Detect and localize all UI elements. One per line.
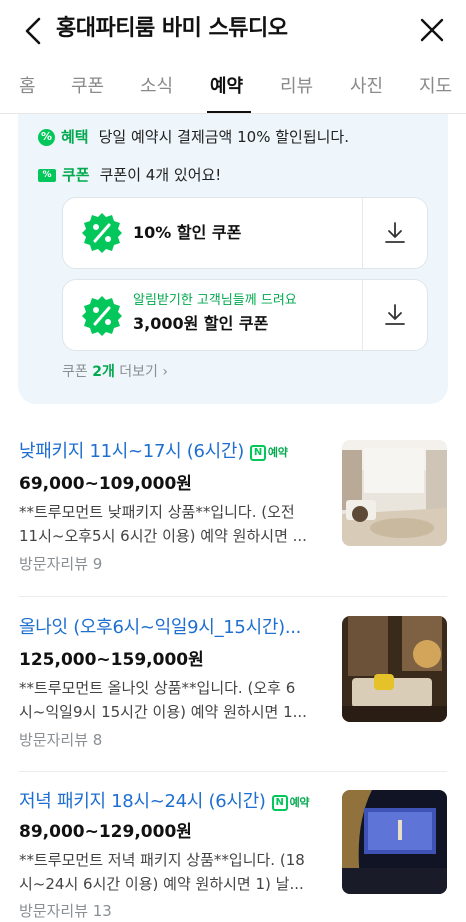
chevron-left-icon[interactable]	[18, 14, 48, 48]
item-desc-line2: 시~익일9시 15시간 이용) 예약 원하시면 1...	[19, 703, 307, 721]
naver-n-icon: N	[271, 795, 288, 811]
download-icon[interactable]	[383, 302, 407, 328]
item-name: 낮패키지 11시~17시 (6시간)	[19, 441, 244, 462]
tab-map[interactable]: 지도	[419, 74, 452, 100]
badge-label: 예약	[289, 796, 310, 809]
naver-n-icon: N	[249, 445, 266, 461]
naver-booking-badge: N 예약	[271, 791, 310, 815]
tab-photos[interactable]: 사진	[350, 74, 383, 100]
item-desc-line2: 11시~오후5시 6시간 이용) 예약 원하시면 ...	[19, 527, 307, 545]
tab-coupon[interactable]: 쿠폰	[71, 74, 104, 100]
tab-home[interactable]: 홈	[19, 74, 36, 100]
close-icon[interactable]	[416, 14, 448, 46]
item-review-count: 방문자리뷰 13	[19, 902, 112, 920]
item-review-count: 방문자리뷰 8	[19, 731, 103, 749]
coupon-title: 10% 할인 쿠폰	[133, 223, 242, 242]
coupon-subtitle: 알림받기한 고객님들께 드려요	[133, 293, 297, 308]
badge-label: 예약	[267, 446, 288, 459]
benefit-text: 당일 예약시 결제금액 10% 할인됩니다.	[98, 128, 349, 146]
item-price: 125,000~159,000원	[19, 650, 204, 670]
header: 홍대파티룸 바미 스튜디오	[0, 0, 466, 62]
more-prefix: 쿠폰	[62, 364, 93, 380]
page-title: 홍대파티룸 바미 스튜디오	[56, 16, 288, 41]
item-review-count: 방문자리뷰 9	[19, 555, 103, 573]
naver-booking-badge: N 예약	[249, 441, 288, 465]
item-title[interactable]: 낮패키지 11시~17시 (6시간) N 예약	[19, 440, 288, 465]
divider	[19, 596, 447, 597]
percent-icon: %	[38, 128, 55, 146]
coupon-count-text: 쿠폰이 4개 있어요!	[99, 166, 222, 184]
item-price: 89,000~129,000원	[19, 822, 192, 842]
item-title[interactable]: 저녁 패키지 18시~24시 (6시간) N 예약	[19, 790, 310, 815]
percent-badge-icon	[82, 296, 122, 336]
tab-bar: 홈 쿠폰 소식 예약 리뷰 사진 지도	[0, 62, 466, 114]
item-thumbnail[interactable]	[342, 790, 447, 894]
coupon-card[interactable]: 알림받기한 고객님들께 드려요 3,000원 할인 쿠폰	[62, 279, 428, 351]
percent-badge-icon	[82, 213, 122, 253]
item-thumbnail[interactable]	[342, 616, 447, 722]
tab-reviews[interactable]: 리뷰	[280, 74, 313, 100]
coupon-title: 3,000원 할인 쿠폰	[133, 314, 269, 333]
tab-booking[interactable]: 예약	[210, 74, 243, 100]
tab-news[interactable]: 소식	[140, 74, 173, 100]
item-name: 저녁 패키지 18시~24시 (6시간)	[19, 791, 266, 812]
item-price: 69,000~109,000원	[19, 474, 192, 494]
benefit-row: % 혜택 당일 예약시 결제금액 10% 할인됩니다.	[38, 127, 349, 147]
more-count: 2개	[92, 364, 115, 380]
download-icon[interactable]	[383, 220, 407, 246]
item-desc-line1: **트루모먼트 올나잇 상품**입니다. (오후 6	[19, 679, 296, 697]
more-suffix: 더보기 ›	[114, 364, 168, 380]
coupon-row: % 쿠폰 쿠폰이 4개 있어요!	[38, 165, 221, 185]
item-desc-line1: **트루모먼트 저녁 패키지 상품**입니다. (18	[19, 851, 305, 869]
benefit-panel: % 혜택 당일 예약시 결제금액 10% 할인됩니다. % 쿠폰 쿠폰이 4개 …	[18, 114, 448, 404]
coupon-divider	[362, 198, 363, 268]
coupon-divider	[362, 280, 363, 350]
coupon-label: 쿠폰	[62, 166, 90, 184]
benefit-label: 혜택	[61, 128, 89, 146]
coupon-more-link[interactable]: 쿠폰 2개 더보기 ›	[62, 362, 168, 382]
coupon-card[interactable]: 10% 할인 쿠폰	[62, 197, 428, 269]
item-desc-line1: **트루모먼트 낮패키지 상품**입니다. (오전	[19, 503, 295, 521]
item-thumbnail[interactable]	[342, 440, 447, 546]
item-desc-line2: 시~24시 6시간 이용) 예약 원하시면 1) 날...	[19, 875, 304, 893]
divider	[19, 771, 447, 772]
item-title[interactable]: 올나잇 (오후6시~익일9시_15시간)...	[19, 616, 301, 640]
ticket-icon: %	[38, 168, 56, 182]
